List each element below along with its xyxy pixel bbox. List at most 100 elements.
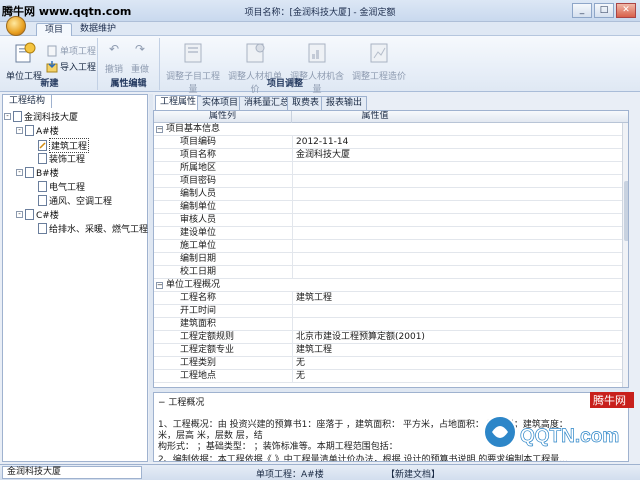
tab-project[interactable]: 项目 xyxy=(36,23,73,36)
cell-divider xyxy=(292,201,293,214)
status-project-name: 金润科技大厦 xyxy=(2,466,142,479)
tree-node-root[interactable]: - 金润科技大厦 xyxy=(4,110,78,123)
app-menu-icon[interactable] xyxy=(6,16,26,36)
import-project-button[interactable]: 导入工程 xyxy=(46,60,96,73)
tree-node-building-a[interactable]: - A#楼 xyxy=(16,124,59,137)
document-icon xyxy=(38,195,47,206)
document-icon xyxy=(38,153,47,164)
grid-row[interactable]: 施工单位 xyxy=(154,240,628,253)
collapse-icon[interactable]: − xyxy=(156,282,163,289)
property-name: 编制人员 xyxy=(180,189,217,199)
tree-node-decoration[interactable]: 装饰工程 xyxy=(38,152,85,165)
adjust-price-icon xyxy=(246,43,265,63)
grid-row[interactable]: 编制日期 xyxy=(154,253,628,266)
tree-label: B#楼 xyxy=(36,169,59,179)
collapse-icon[interactable]: − xyxy=(158,398,166,408)
column-header-value[interactable]: 属性值 xyxy=(292,111,458,123)
cell-divider xyxy=(292,357,293,370)
cell-divider xyxy=(292,318,293,331)
property-name: 单位工程概况 xyxy=(166,280,221,290)
tree-node-plumbing[interactable]: 给排水、采暖、燃气工程 xyxy=(38,222,148,235)
grid-row[interactable]: 审核人员 xyxy=(154,214,628,227)
grid-row[interactable]: 所属地区 xyxy=(154,162,628,175)
status-unit: 单项工程：A#楼 xyxy=(256,470,324,480)
grid-row[interactable]: 工程类别 无 xyxy=(154,357,628,370)
maximize-button[interactable]: □ xyxy=(594,3,614,18)
property-name: 工程定额专业 xyxy=(180,345,235,355)
redo-button[interactable]: ↷ 重做 xyxy=(128,42,152,75)
grid-row[interactable]: 编制单位 xyxy=(154,201,628,214)
description-title: − 工程概况 xyxy=(158,395,204,408)
property-value[interactable]: 建筑工程 xyxy=(296,292,332,304)
grid-row[interactable]: 建筑面积 xyxy=(154,318,628,331)
menu-bar: 项目 数据维护 xyxy=(0,22,640,36)
grid-row[interactable]: 工程地点 无 xyxy=(154,370,628,383)
property-value[interactable]: 建筑工程 xyxy=(296,344,332,356)
ribbon-group-edit: ↶ 撤销 ↷ 重做 属性编辑 xyxy=(98,38,160,90)
ribbon-group-adjust: 调整子目工程量 调整人材机单价 调整人材机含量 调整工程造价 项目调整 xyxy=(160,38,410,95)
collapse-icon[interactable]: - xyxy=(4,113,11,120)
tab-entity-items[interactable]: 实体项目 xyxy=(197,96,244,110)
property-value[interactable]: 2012-11-14 xyxy=(296,136,348,148)
column-header-property[interactable]: 属性列 xyxy=(154,111,292,123)
property-name: 工程定额规则 xyxy=(180,332,235,342)
single-project-button[interactable]: 单项工程 xyxy=(46,44,96,57)
collapse-icon[interactable]: - xyxy=(16,211,23,218)
grid-row[interactable]: 开工时间 xyxy=(154,305,628,318)
collapse-icon[interactable]: − xyxy=(156,126,163,133)
property-value[interactable]: 无 xyxy=(296,357,305,369)
tree-node-building-b[interactable]: - B#楼 xyxy=(16,166,59,179)
collapse-icon[interactable]: - xyxy=(16,127,23,134)
tab-consumption-summary[interactable]: 消耗量汇总 xyxy=(239,96,295,110)
cell-divider xyxy=(292,188,293,201)
tree-node-hvac[interactable]: 通风、空调工程 xyxy=(38,194,112,207)
status-document: 【新建文档】 xyxy=(386,470,441,480)
redo-label: 重做 xyxy=(130,65,149,75)
property-name: 项目编码 xyxy=(180,137,217,147)
cell-divider xyxy=(292,240,293,253)
tree-node-construction[interactable]: 建筑工程 xyxy=(38,138,90,153)
document-icon xyxy=(25,167,34,178)
grid-row[interactable]: 建设单位 xyxy=(154,227,628,240)
collapse-icon[interactable]: - xyxy=(16,169,23,176)
scrollbar-thumb[interactable] xyxy=(624,181,628,241)
property-value[interactable]: 金润科技大厦 xyxy=(296,149,350,161)
minimize-button[interactable]: _ xyxy=(572,3,592,18)
grid-row[interactable]: 工程名称 建筑工程 xyxy=(154,292,628,305)
property-name: 工程地点 xyxy=(180,371,217,381)
tab-data-maintenance[interactable]: 数据维护 xyxy=(72,23,124,36)
grid-row[interactable]: 项目编码 2012-11-14 xyxy=(154,136,628,149)
property-value[interactable]: 无 xyxy=(296,370,305,382)
grid-row[interactable]: 项目密码 xyxy=(154,175,628,188)
grid-row[interactable]: 校工日期 xyxy=(154,266,628,279)
grid-row[interactable]: 工程定额专业 建筑工程 xyxy=(154,344,628,357)
undo-icon: ↶ xyxy=(108,42,120,56)
close-button[interactable]: ✕ xyxy=(616,3,636,18)
property-name: 审核人员 xyxy=(180,215,217,225)
grid-section-row[interactable]: − 单位工程概况 xyxy=(154,279,628,292)
grid-scrollbar[interactable] xyxy=(622,123,628,387)
property-name: 项目名称 xyxy=(180,150,217,160)
tree-label: 电气工程 xyxy=(49,183,86,193)
cell-divider xyxy=(292,370,293,383)
adjust-cost-icon xyxy=(370,43,388,63)
cell-divider xyxy=(292,227,293,240)
ribbon-group-new-label: 新建 xyxy=(40,79,59,89)
tree-node-building-c[interactable]: - C#楼 xyxy=(16,208,59,221)
grid-row[interactable]: 编制人员 xyxy=(154,188,628,201)
property-grid: 属性列 属性值 − 项目基本信息 项目编码 2012-11-14 项目名称 金润科技大厦所… xyxy=(153,110,629,388)
tab-report-output[interactable]: 报表输出 xyxy=(321,96,368,110)
undo-button[interactable]: ↶ 撤销 xyxy=(102,42,126,75)
property-name: 开工时间 xyxy=(180,306,217,316)
description-line: 构形式： ；基础类型： ；装饰标准等。本期工程范围包括： xyxy=(158,442,398,452)
grid-row[interactable]: 工程定额规则 北京市建设工程预算定额(2001) xyxy=(154,331,628,344)
document-icon xyxy=(25,209,34,220)
grid-section-row[interactable]: − 项目基本信息 xyxy=(154,123,628,136)
tab-project-properties[interactable]: 工程属性 xyxy=(155,95,202,110)
tree-node-electrical[interactable]: 电气工程 xyxy=(38,180,85,193)
grid-row[interactable]: 项目名称 金润科技大厦 xyxy=(154,149,628,162)
tab-fee-table[interactable]: 取费表 xyxy=(287,96,325,110)
cell-divider xyxy=(292,214,293,227)
tab-project-structure[interactable]: 工程结构 xyxy=(2,94,53,108)
property-value[interactable]: 北京市建设工程预算定额(2001) xyxy=(296,331,425,343)
